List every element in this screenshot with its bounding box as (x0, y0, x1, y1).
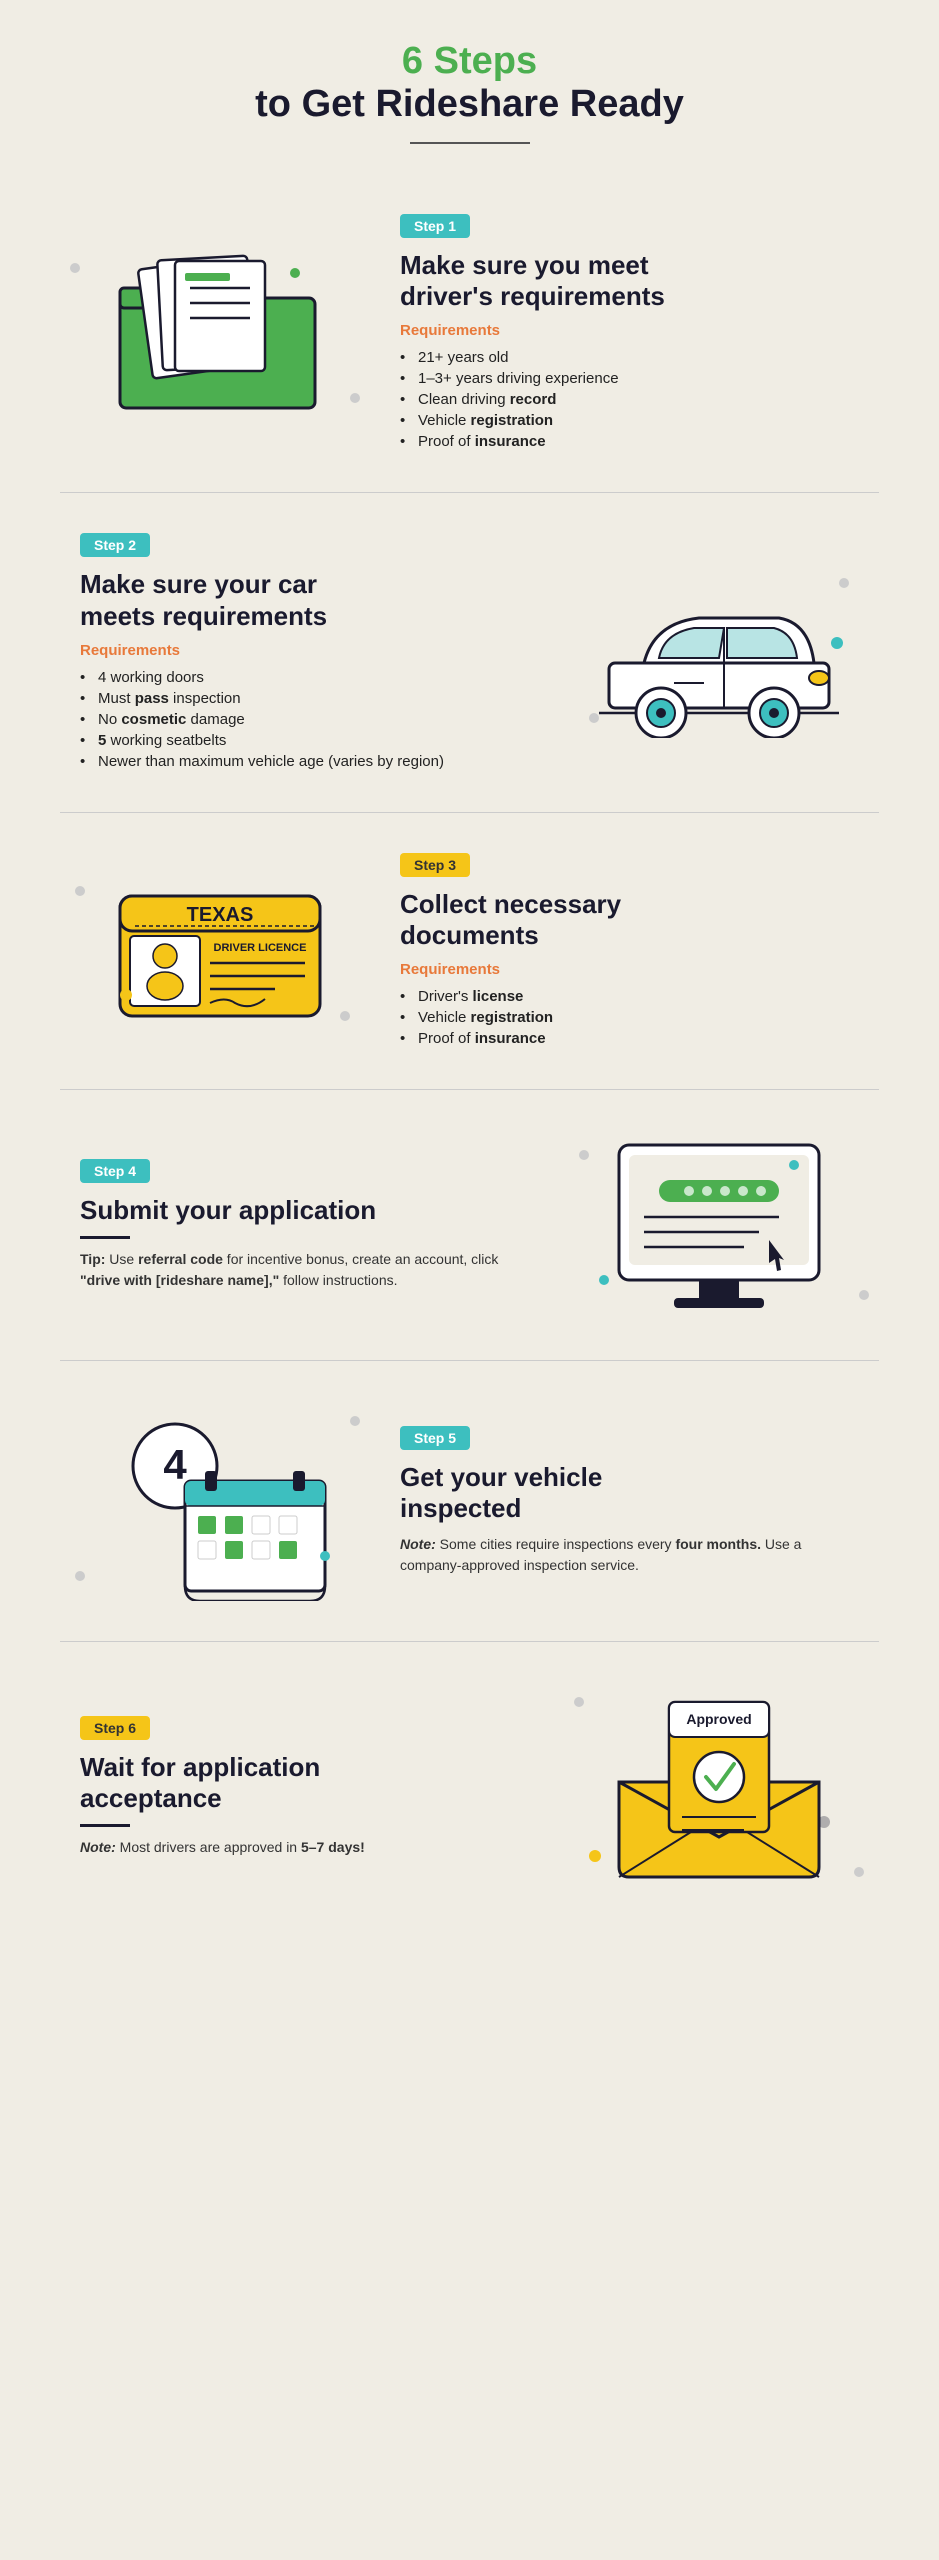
decorative-dot (574, 1697, 584, 1707)
step-3-req-list: Driver's license Vehicle registration Pr… (400, 986, 859, 1049)
list-item: 4 working doors (80, 667, 539, 688)
step-1-req-list: 21+ years old 1–3+ years driving experie… (400, 347, 859, 452)
step-2-content: Step 2 Make sure your carmeets requireme… (60, 533, 559, 771)
step-1-req-label: Requirements (400, 322, 859, 339)
svg-text:4: 4 (163, 1441, 187, 1488)
step-2-svg (589, 568, 849, 738)
list-item: 1–3+ years driving experience (400, 368, 859, 389)
step-4-content: Step 4 Submit your application Tip: Use … (60, 1159, 559, 1291)
list-item: 5 working seatbelts (80, 730, 539, 751)
step-1-svg (110, 243, 330, 423)
header-divider (410, 142, 530, 144)
svg-text:Approved: Approved (686, 1711, 751, 1727)
decorative-dot (75, 886, 85, 896)
header-title-dark: to Get Rideshare Ready (60, 83, 879, 126)
step-4-title: Submit your application (80, 1195, 539, 1226)
decorative-dot-yellow (120, 989, 132, 1001)
step-1-badge: Step 1 (400, 214, 470, 238)
list-item: Vehicle registration (400, 1007, 859, 1028)
step-4-illustration (559, 1130, 879, 1320)
decorative-dot (70, 263, 80, 273)
step-5-section: 4 (60, 1361, 879, 1642)
step-6-divider (80, 1824, 130, 1827)
decorative-dot (340, 1011, 350, 1021)
step-3-svg: TEXAS DRIVER LICENCE (105, 871, 335, 1031)
header: 6 Steps to Get Rideshare Ready (60, 40, 879, 144)
step-1-content: Step 1 Make sure you meetdriver's requir… (380, 214, 879, 452)
step-2-title: Make sure your carmeets requirements (80, 569, 539, 631)
svg-text:DRIVER LICENCE: DRIVER LICENCE (214, 942, 307, 954)
step-6-badge: Step 6 (80, 1716, 150, 1740)
step-4-section: Step 4 Submit your application Tip: Use … (60, 1090, 879, 1361)
step-3-badge: Step 3 (400, 853, 470, 877)
decorative-dot (350, 393, 360, 403)
step-5-note: Note: Some cities require inspections ev… (400, 1534, 859, 1576)
decorative-dot (859, 1290, 869, 1300)
decorative-dot (589, 713, 599, 723)
step-2-section: Step 2 Make sure your carmeets requireme… (60, 493, 879, 812)
step-6-section: Step 6 Wait for applicationacceptance No… (60, 1642, 879, 1932)
decorative-dot (854, 1867, 864, 1877)
decorative-dot (579, 1150, 589, 1160)
step-2-illustration (559, 568, 879, 738)
step-6-note: Note: Most drivers are approved in 5–7 d… (80, 1837, 539, 1858)
step-2-req-label: Requirements (80, 642, 539, 659)
step-5-illustration: 4 (60, 1401, 380, 1601)
step-3-illustration: TEXAS DRIVER LICENCE (60, 871, 380, 1031)
step-3-req-label: Requirements (400, 961, 859, 978)
step-4-divider (80, 1236, 130, 1239)
list-item: Driver's license (400, 986, 859, 1007)
decorative-dot (350, 1416, 360, 1426)
step-2-req-list: 4 working doors Must pass inspection No … (80, 667, 539, 772)
step-1-title: Make sure you meetdriver's requirements (400, 250, 859, 312)
list-item: Newer than maximum vehicle age (varies b… (80, 751, 539, 772)
page: 6 Steps to Get Rideshare Ready (0, 0, 939, 1972)
step-1-section: Step 1 Make sure you meetdriver's requir… (60, 174, 879, 493)
step-5-title: Get your vehicleinspected (400, 1462, 859, 1524)
step-1-illustration (60, 243, 380, 423)
step-4-tip: Tip: Use referral code for incentive bon… (80, 1249, 539, 1291)
step-6-illustration: Approved (559, 1682, 879, 1892)
list-item: 21+ years old (400, 347, 859, 368)
step-3-title: Collect necessarydocuments (400, 889, 859, 951)
step-6-svg: Approved (599, 1682, 839, 1892)
list-item: No cosmetic damage (80, 709, 539, 730)
step-5-badge: Step 5 (400, 1426, 470, 1450)
list-item: Must pass inspection (80, 688, 539, 709)
step-3-section: TEXAS DRIVER LICENCE Step 3 Collect n (60, 813, 879, 1090)
step-5-svg: 4 (105, 1401, 335, 1601)
header-title-green: 6 Steps (60, 40, 879, 83)
step-3-content: Step 3 Collect necessarydocuments Requir… (380, 853, 879, 1049)
step-2-badge: Step 2 (80, 533, 150, 557)
step-6-content: Step 6 Wait for applicationacceptance No… (60, 1716, 559, 1858)
svg-text:TEXAS: TEXAS (187, 904, 254, 926)
decorative-dot (839, 578, 849, 588)
step-4-svg (599, 1130, 839, 1320)
step-5-content: Step 5 Get your vehicleinspected Note: S… (380, 1426, 879, 1576)
list-item: Clean driving record (400, 389, 859, 410)
list-item: Proof of insurance (400, 431, 859, 452)
list-item: Vehicle registration (400, 410, 859, 431)
step-4-badge: Step 4 (80, 1159, 150, 1183)
step-6-title: Wait for applicationacceptance (80, 1752, 539, 1814)
list-item: Proof of insurance (400, 1028, 859, 1049)
decorative-dot (75, 1571, 85, 1581)
